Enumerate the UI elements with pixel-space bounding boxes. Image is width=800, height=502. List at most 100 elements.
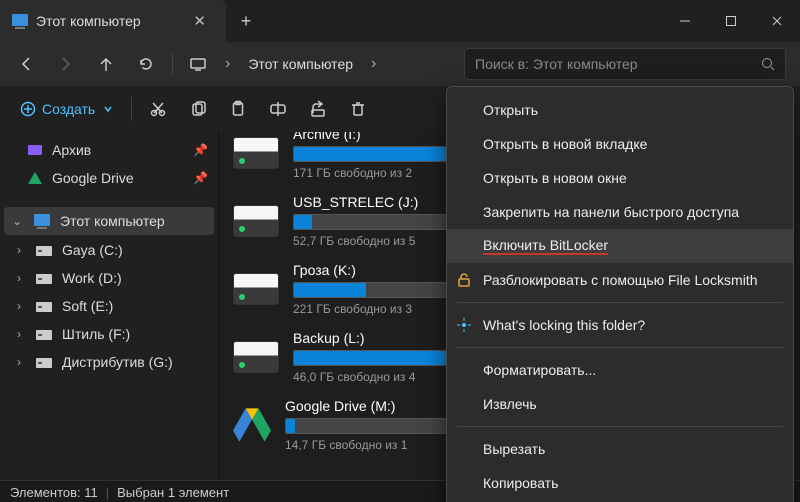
sidebar-item-archive[interactable]: Архив 📌 [0, 136, 218, 164]
pin-icon: 📌 [193, 171, 208, 185]
separator: | [106, 485, 109, 500]
tab-title: Этот компьютер [36, 13, 141, 29]
window-controls [662, 0, 800, 42]
menu-separator [457, 347, 783, 348]
chevron-right-icon[interactable]: › [12, 299, 26, 313]
menu-item-label: Извлечь [483, 396, 537, 412]
menu-item[interactable]: Копировать [447, 466, 793, 500]
unlock-icon [455, 271, 473, 289]
back-button[interactable] [6, 48, 46, 80]
drive-icon [36, 302, 52, 312]
sidebar-item-this-pc[interactable]: ⌄ Этот компьютер [4, 207, 214, 235]
context-menu: Открыть Открыть в новой вкладке Открыть в … [446, 86, 794, 502]
new-tab-button[interactable]: + [226, 11, 266, 32]
navigation-pane: Архив 📌 Google Drive 📌 ⌄ Этот компьютер … [0, 132, 219, 480]
sidebar-item-label: Gaya (C:) [62, 242, 123, 258]
sidebar-item-label: Work (D:) [62, 270, 122, 286]
refresh-button[interactable] [126, 48, 166, 80]
menu-item-label: Открыть в новой вкладке [483, 136, 647, 152]
chevron-right-icon[interactable]: › [12, 355, 26, 369]
this-pc-icon [34, 214, 50, 226]
drive-icon [233, 137, 279, 169]
usage-bar [285, 418, 467, 434]
sidebar-drive-d[interactable]: › Work (D:) [0, 264, 218, 292]
menu-item-label: Форматировать... [483, 362, 596, 378]
menu-item-label: Открыть в новом окне [483, 170, 627, 186]
status-items-count: Элементов: 11 [10, 485, 98, 500]
tab-this-pc[interactable]: Этот компьютер ✕ [0, 0, 226, 42]
chevron-right-icon[interactable]: › [12, 327, 26, 341]
sidebar-item-label: Этот компьютер [60, 213, 165, 229]
drive-icon [36, 358, 52, 368]
folder-icon [28, 145, 42, 155]
menu-item[interactable]: Закрепить на панели быстрого доступа [447, 195, 793, 229]
menu-item-label: Включить BitLocker [483, 238, 608, 255]
menu-item[interactable]: Вырезать [447, 432, 793, 466]
rename-button[interactable] [258, 92, 298, 126]
chevron-right-icon[interactable]: › [365, 55, 382, 73]
menu-item-label: Открыть [483, 102, 538, 118]
menu-item[interactable]: Открыть [447, 93, 793, 127]
menu-item[interactable]: What's locking this folder? [447, 308, 793, 342]
copy-button[interactable] [178, 92, 218, 126]
sidebar-drive-g[interactable]: › Дистрибутив (G:) [0, 348, 218, 376]
this-pc-icon [12, 14, 28, 26]
search-placeholder: Поиск в: Этот компьютер [475, 56, 638, 72]
chevron-right-icon[interactable]: › [12, 271, 26, 285]
delete-button[interactable] [338, 92, 378, 126]
search-icon [761, 57, 775, 71]
forward-button[interactable] [46, 48, 86, 80]
sidebar-item-label: Штиль (F:) [62, 326, 130, 342]
menu-item[interactable]: Извлечь [447, 387, 793, 421]
close-tab-button[interactable]: ✕ [187, 10, 212, 32]
paste-button[interactable] [218, 92, 258, 126]
sidebar-item-label: Google Drive [52, 170, 134, 186]
sidebar-drive-e[interactable]: › Soft (E:) [0, 292, 218, 320]
menu-item-label: What's locking this folder? [483, 317, 645, 333]
menu-item[interactable]: Открыть в новой вкладке [447, 127, 793, 161]
sidebar-item-label: Архив [52, 142, 91, 158]
drive-icon [36, 274, 52, 284]
address-bar[interactable]: › Этот компьютер › [179, 48, 386, 80]
chevron-right-icon[interactable]: › [12, 243, 26, 257]
cut-button[interactable] [138, 92, 178, 126]
menu-item-label: Копировать [483, 475, 558, 491]
separator [131, 97, 132, 121]
title-bar: Этот компьютер ✕ + [0, 0, 800, 42]
menu-item[interactable]: Открыть в новом окне [447, 161, 793, 195]
drive-icon [233, 205, 279, 237]
menu-item[interactable]: Форматировать... [447, 353, 793, 387]
menu-item[interactable]: Включить BitLocker [447, 229, 793, 263]
navigation-bar: › Этот компьютер › Поиск в: Этот компьют… [0, 42, 800, 86]
up-button[interactable] [86, 48, 126, 80]
chevron-right-icon[interactable]: › [219, 55, 236, 73]
share-button[interactable] [298, 92, 338, 126]
google-drive-icon [28, 172, 42, 184]
drive-icon [233, 341, 279, 373]
sidebar-item-label: Soft (E:) [62, 298, 113, 314]
google-drive-icon [233, 408, 271, 442]
menu-item[interactable]: Разблокировать с помощью File Locksmith [447, 263, 793, 297]
chevron-down-icon[interactable]: ⌄ [10, 214, 24, 228]
menu-separator [457, 302, 783, 303]
close-window-button[interactable] [754, 0, 800, 42]
breadcrumb-this-pc[interactable]: Этот компьютер [242, 52, 359, 76]
spark-icon [455, 316, 473, 334]
create-button[interactable]: Создать [8, 95, 125, 123]
menu-item-label: Вырезать [483, 441, 545, 457]
sidebar-drive-c[interactable]: › Gaya (C:) [0, 236, 218, 264]
menu-item-label: Разблокировать с помощью File Locksmith [483, 272, 757, 288]
sidebar-item-google-drive[interactable]: Google Drive 📌 [0, 164, 218, 192]
sidebar-item-label: Дистрибутив (G:) [62, 354, 173, 370]
drive-icon [36, 246, 52, 256]
maximize-button[interactable] [708, 0, 754, 42]
location-icon [183, 48, 213, 80]
menu-item-label: Закрепить на панели быстрого доступа [483, 204, 739, 220]
create-label: Создать [42, 101, 95, 117]
separator [172, 52, 173, 76]
search-input[interactable]: Поиск в: Этот компьютер [464, 48, 786, 80]
sidebar-drive-f[interactable]: › Штиль (F:) [0, 320, 218, 348]
minimize-button[interactable] [662, 0, 708, 42]
drive-icon [36, 330, 52, 340]
drive-icon [233, 273, 279, 305]
